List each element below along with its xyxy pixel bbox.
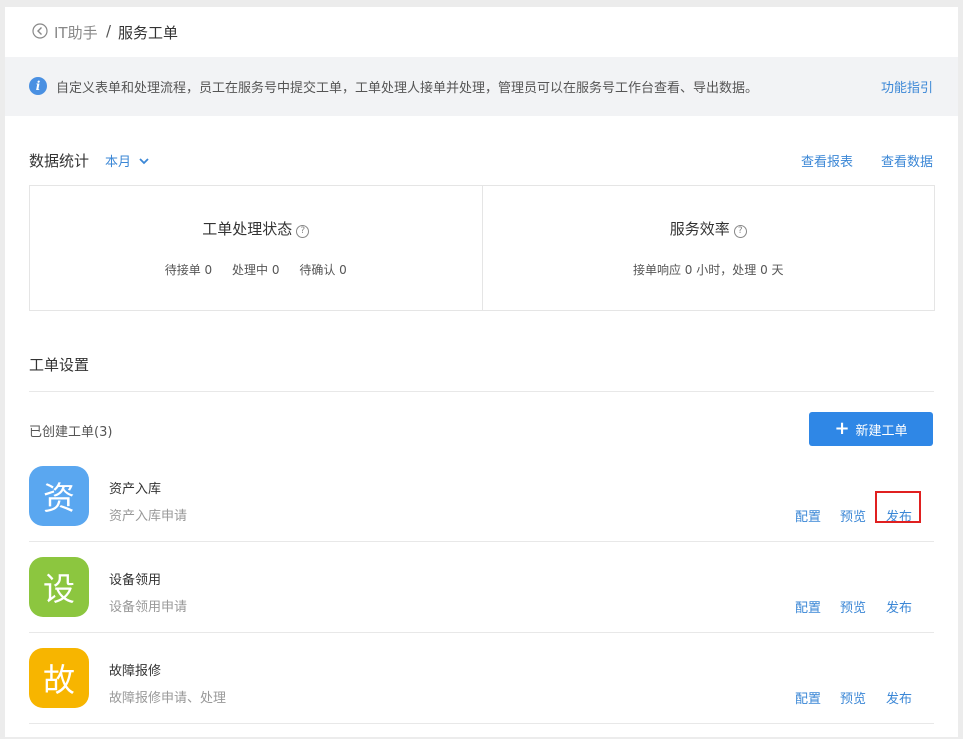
list-item: 资 资产入库 资产入库申请 配置 预览 发布 [29,466,934,557]
stats-title: 数据统计 [29,152,90,170]
period-dropdown[interactable]: 本月 [105,151,149,170]
chevron-down-icon [139,157,149,164]
ticket-icon: 故 [29,648,89,708]
config-link[interactable]: 配置 [795,597,821,616]
new-ticket-label: 新建工单 [855,423,908,439]
efficiency-card-header: 服务效率? [483,218,935,239]
status-item-processing: 处理中 0 [232,263,279,277]
publish-link[interactable]: 发布 [886,597,912,616]
efficiency-line: 接单响应 0 小时，处理 0 天 [632,263,784,277]
divider [29,541,934,542]
status-item-confirm: 待确认 0 [299,263,346,277]
status-label: 处理中 [232,263,269,277]
list-item: 故 故障报修 故障报修申请、处理 配置 预览 发布 [29,648,934,739]
highlight-box [875,491,921,523]
stats-box: 工单处理状态? 待接单 0 处理中 0 待确认 0 服务效率? 接单响应 0 小… [29,185,935,311]
main-panel: IT助手 / 服务工单 i 自定义表单和处理流程，员工在服务号中提交工单，工单处… [5,7,958,737]
help-icon[interactable]: ? [296,225,310,238]
view-report-link[interactable]: 查看报表 [801,151,853,170]
back-circle-icon[interactable] [32,23,48,39]
breadcrumb-separator: / [106,22,112,40]
status-count: 0 [271,263,280,277]
status-count: 0 [204,263,213,277]
breadcrumb-back-link[interactable]: IT助手 [54,22,98,43]
page-title: 服务工单 [118,24,179,42]
period-value: 本月 [105,155,132,170]
divider [29,391,934,392]
status-item-pending: 待接单 0 [165,263,212,277]
feature-guide-link[interactable]: 功能指引 [881,77,933,96]
info-icon: i [29,77,47,95]
ticket-title: 故障报修 [109,664,162,679]
new-ticket-button[interactable]: + 新建工单 [809,412,933,446]
status-card: 工单处理状态? 待接单 0 处理中 0 待确认 0 [30,186,482,310]
preview-link[interactable]: 预览 [840,506,866,525]
config-link[interactable]: 配置 [795,688,821,707]
plus-icon: + [834,418,850,439]
ticket-desc: 故障报修申请、处理 [109,691,227,706]
status-card-header: 工单处理状态? [30,218,482,239]
ticket-desc: 资产入库申请 [109,509,188,524]
ticket-icon: 资 [29,466,89,526]
status-label: 待接单 [164,263,201,277]
publish-link[interactable]: 发布 [886,688,912,707]
settings-title: 工单设置 [29,356,90,374]
efficiency-card-title: 服务效率 [669,220,730,238]
view-data-link[interactable]: 查看数据 [881,151,933,170]
efficiency-card: 服务效率? 接单响应 0 小时，处理 0 天 [481,186,935,310]
info-text: 自定义表单和处理流程，员工在服务号中提交工单，工单处理人接单并处理，管理员可以在… [56,81,759,96]
ticket-title: 设备领用 [109,573,162,588]
status-count: 0 [339,263,347,277]
status-label: 待确认 [299,263,336,277]
preview-link[interactable]: 预览 [840,597,866,616]
ticket-icon: 设 [29,557,89,617]
divider [29,723,934,724]
help-icon[interactable]: ? [733,225,747,238]
breadcrumb: IT助手 / 服务工单 [5,7,958,57]
config-link[interactable]: 配置 [795,506,821,525]
ticket-desc: 设备领用申请 [109,600,188,615]
divider [29,632,934,633]
created-count-label: 已创建工单(3) [29,425,113,440]
status-counts: 待接单 0 处理中 0 待确认 0 [30,261,482,278]
preview-link[interactable]: 预览 [840,688,866,707]
list-item: 设 设备领用 设备领用申请 配置 预览 发布 [29,557,934,648]
info-banner: i 自定义表单和处理流程，员工在服务号中提交工单，工单处理人接单并处理，管理员可… [5,57,958,116]
ticket-title: 资产入库 [109,482,162,497]
status-card-title: 工单处理状态 [202,220,293,238]
